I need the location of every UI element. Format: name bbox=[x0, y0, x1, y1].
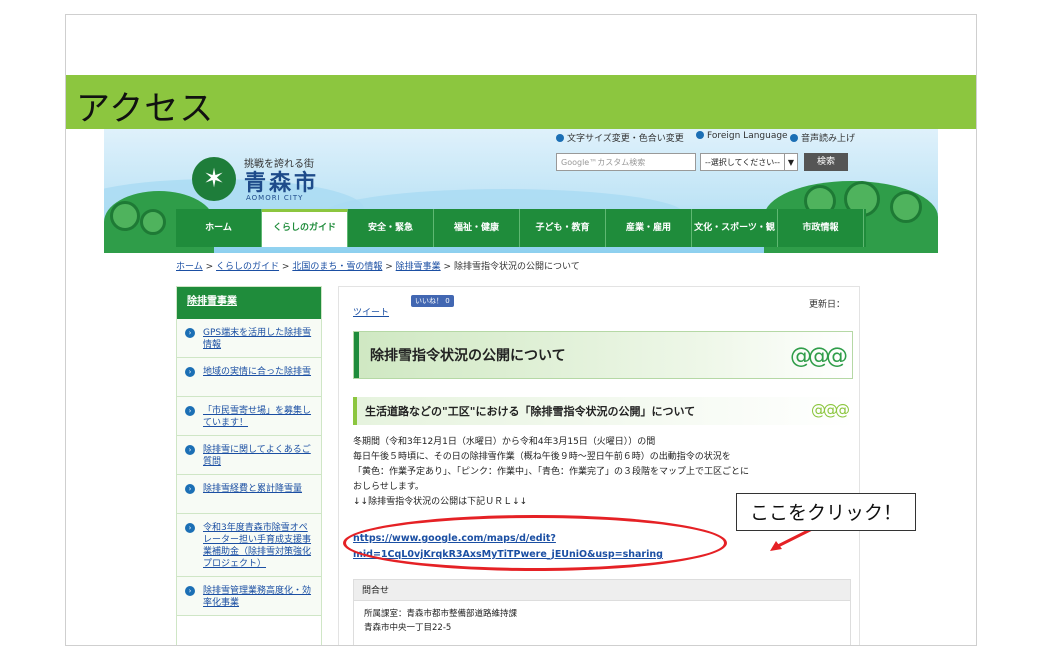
breadcrumb-link[interactable]: くらしのガイド bbox=[216, 262, 279, 272]
highlight-oval bbox=[343, 515, 727, 571]
nav-industry[interactable]: 産業・雇用 bbox=[606, 209, 692, 247]
category-select[interactable]: --選択してください-- ▼ bbox=[700, 153, 798, 171]
sidebar-item[interactable]: › GPS端末を活用した除排雪情報 bbox=[177, 319, 321, 358]
sidebar-item[interactable]: › 除排雪管理業務高度化・効率化事業 bbox=[177, 577, 321, 616]
nav-children[interactable]: 子ども・教育 bbox=[520, 209, 606, 247]
title-banner: アクセス bbox=[66, 75, 976, 129]
search-input[interactable]: Google™カスタム検索 bbox=[556, 153, 696, 171]
font-size-link[interactable]: 文字サイズ変更・色合い変更 bbox=[556, 131, 684, 144]
tweet-link[interactable]: ツイート bbox=[353, 305, 389, 318]
breadcrumb-link[interactable]: 北国のまち・雪の情報 bbox=[292, 262, 382, 272]
arrow-right-icon: › bbox=[185, 406, 195, 416]
slide-title: アクセス bbox=[76, 89, 215, 129]
sidebar-title[interactable]: 除排雪事業 bbox=[177, 287, 321, 319]
sidebar-item[interactable]: › 地域の実情に合った除排雪 bbox=[177, 358, 321, 397]
global-nav: ホーム くらしのガイド 安全・緊急 福祉・健康 子ども・教育 産業・雇用 文化・… bbox=[176, 209, 866, 271]
bullet-icon bbox=[556, 134, 564, 142]
breadcrumb-link[interactable]: ホーム bbox=[176, 262, 203, 272]
contact-body: 所属課室：青森市都市整備部道路維持課 青森市中央一丁目22-5 bbox=[353, 601, 851, 645]
arrow-right-icon: › bbox=[185, 445, 195, 455]
callout-box: ここをクリック！ bbox=[736, 493, 916, 531]
sidebar: 除排雪事業 › GPS端末を活用した除排雪情報 › 地域の実情に合った除排雪 › 「市… bbox=[176, 286, 322, 645]
arrow-right-icon: › bbox=[185, 367, 195, 377]
swirl-icon: @@@ bbox=[790, 344, 848, 369]
arrow-right-icon: › bbox=[185, 484, 195, 494]
section-heading: 生活道路などの"工区"における「除排雪指令状況の公開」について @@@ bbox=[353, 397, 855, 425]
sidebar-item[interactable]: › 除排雪経費と累計降雪量 bbox=[177, 475, 321, 514]
page-title: 除排雪指令状況の公開について bbox=[370, 348, 566, 364]
utility-links: 文字サイズ変更・色合い変更 Foreign Language 音声読み上げ bbox=[104, 129, 938, 147]
site-logo[interactable]: ✶ 挑戦を誇れる街 青森市 AOMORI CITY bbox=[192, 153, 372, 207]
foreign-language-link[interactable]: Foreign Language bbox=[696, 131, 788, 141]
nav-city-info[interactable]: 市政情報 bbox=[778, 209, 864, 247]
globe-icon bbox=[696, 131, 704, 139]
logo-name: 青森市 bbox=[244, 171, 320, 196]
contact-heading: 問合せ bbox=[353, 579, 851, 601]
voice-link[interactable]: 音声読み上げ bbox=[790, 131, 855, 144]
page-heading: 除排雪指令状況の公開について @@@ bbox=[353, 331, 853, 379]
nav-welfare[interactable]: 福祉・健康 bbox=[434, 209, 520, 247]
sidebar-item[interactable]: › 除排雪に関してよくあるご質問 bbox=[177, 436, 321, 475]
sidebar-item[interactable]: › 令和3年度青森市除雪オペレーター担い手育成支援事業補助金（除排雪対策強化プロジ… bbox=[177, 514, 321, 577]
select-value: --選択してください-- bbox=[705, 158, 781, 167]
swirl-decoration bbox=[110, 201, 140, 231]
speaker-icon bbox=[790, 134, 798, 142]
nav-safety[interactable]: 安全・緊急 bbox=[348, 209, 434, 247]
search-button[interactable]: 検索 bbox=[804, 153, 848, 171]
breadcrumb-link[interactable]: 除排雪事業 bbox=[396, 262, 441, 272]
main-content: ツイート いいね！ 0 更新日： 除排雪指令状況の公開について @@@ 生活道路… bbox=[338, 286, 860, 645]
sidebar-item[interactable]: › 「市民雪寄せ場」を募集しています！ bbox=[177, 397, 321, 436]
nav-culture[interactable]: 文化・スポーツ・観光 bbox=[692, 209, 778, 271]
swirl-decoration bbox=[890, 191, 922, 223]
updated-date: 更新日： bbox=[808, 300, 845, 310]
slide: アクセス 文字サイズ変更・色合い変更 Foreign Language 音声読み… bbox=[65, 14, 977, 646]
swirl-decoration bbox=[140, 209, 166, 235]
chevron-down-icon: ▼ bbox=[784, 154, 797, 170]
website-screenshot: 文字サイズ変更・色合い変更 Foreign Language 音声読み上げ ✶ … bbox=[104, 129, 938, 645]
swirl-icon: @@@ bbox=[811, 401, 850, 419]
breadcrumb: ホーム > くらしのガイド > 北国のまち・雪の情報 > 除排雪事業 > 除排雪… bbox=[176, 262, 580, 272]
section-title: 生活道路などの"工区"における「除排雪指令状況の公開」について bbox=[365, 405, 696, 418]
nav-home[interactable]: ホーム bbox=[176, 209, 262, 247]
arrow-right-icon: › bbox=[185, 328, 195, 338]
breadcrumb-current: 除排雪指令状況の公開について bbox=[453, 262, 580, 272]
city-emblem-icon: ✶ bbox=[192, 157, 236, 201]
arrow-right-icon: › bbox=[185, 586, 195, 596]
nav-living-guide[interactable]: くらしのガイド bbox=[262, 209, 348, 247]
arrow-right-icon: › bbox=[185, 523, 195, 533]
like-button[interactable]: いいね！ 0 bbox=[411, 295, 454, 307]
logo-name-en: AOMORI CITY bbox=[246, 194, 304, 202]
